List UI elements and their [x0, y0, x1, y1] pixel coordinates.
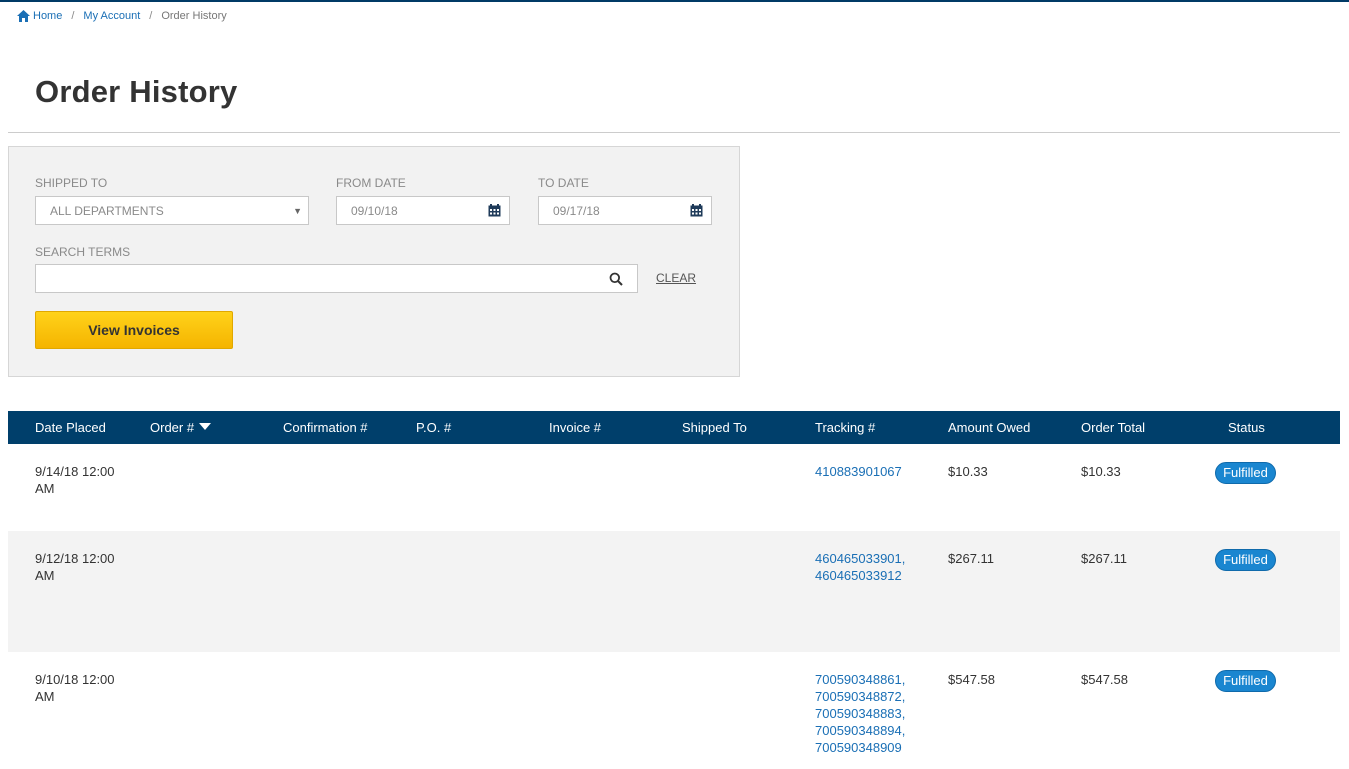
view-invoices-button[interactable]: View Invoices: [35, 311, 233, 349]
breadcrumb-separator: /: [149, 10, 153, 22]
tracking-link[interactable]: 700590348909: [815, 739, 905, 756]
date-placed-line: 9/14/18 12:00: [35, 464, 115, 479]
tracking-link[interactable]: 700590348861,: [815, 671, 905, 688]
filter-panel: SHIPPED TO ALL DEPARTMENTS ▼ FROM DATE 0…: [8, 146, 740, 377]
top-border: [0, 0, 1349, 2]
shipped-to-label: SHIPPED TO: [35, 176, 108, 190]
tracking-cell: 700590348861, 700590348872, 700590348883…: [815, 671, 905, 756]
order-total-cell: $547.58: [1081, 672, 1128, 687]
column-header-amount-owed[interactable]: Amount Owed: [948, 420, 1030, 435]
date-placed-cell: 9/10/18 12:00 AM: [35, 671, 115, 705]
breadcrumb-home-link[interactable]: Home: [33, 10, 62, 22]
date-placed-cell: 9/14/18 12:00 AM: [35, 463, 115, 497]
search-icon[interactable]: [609, 272, 623, 286]
to-date-value: 09/17/18: [553, 203, 600, 218]
title-divider: [8, 132, 1340, 133]
column-header-po[interactable]: P.O. #: [416, 420, 451, 435]
breadcrumb-current: Order History: [161, 10, 227, 22]
status-badge: Fulfilled: [1215, 549, 1276, 571]
search-terms-label: SEARCH TERMS: [35, 245, 131, 259]
to-date-label: TO DATE: [538, 176, 589, 190]
tracking-link[interactable]: 700590348883,: [815, 705, 905, 722]
sort-down-icon: [199, 423, 212, 430]
breadcrumb-my-account-link[interactable]: My Account: [83, 10, 140, 22]
column-header-order-total[interactable]: Order Total: [1081, 420, 1145, 435]
home-icon: [17, 10, 30, 22]
to-date-field[interactable]: 09/17/18: [538, 196, 712, 225]
date-placed-cell: 9/12/18 12:00 AM: [35, 550, 115, 584]
from-date-field[interactable]: 09/10/18: [336, 196, 510, 225]
tracking-link[interactable]: 460465033901,: [815, 550, 905, 567]
amount-owed-cell: $10.33: [948, 464, 988, 479]
calendar-icon[interactable]: [488, 204, 501, 217]
search-terms-input[interactable]: [35, 264, 638, 293]
column-header-order-label: Order #: [150, 420, 195, 435]
status-badge: Fulfilled: [1215, 462, 1276, 484]
breadcrumb-separator: /: [71, 10, 75, 22]
page-title: Order History: [35, 74, 238, 109]
column-header-shipped-to[interactable]: Shipped To: [682, 420, 747, 435]
shipped-to-value: ALL DEPARTMENTS: [50, 203, 164, 218]
column-header-status[interactable]: Status: [1228, 420, 1265, 435]
table-row: 9/10/18 12:00 AM 700590348861, 700590348…: [8, 652, 1340, 769]
clear-link[interactable]: CLEAR: [656, 271, 696, 285]
date-placed-line: AM: [35, 481, 55, 496]
tracking-link[interactable]: 700590348872,: [815, 688, 905, 705]
tracking-link[interactable]: 700590348894,: [815, 722, 905, 739]
table-row: 9/14/18 12:00 AM 410883901067 $10.33 $10…: [8, 444, 1340, 531]
date-placed-line: AM: [35, 689, 55, 704]
tracking-link[interactable]: 460465033912: [815, 567, 905, 584]
table-row: 9/12/18 12:00 AM 460465033901, 460465033…: [8, 531, 1340, 652]
column-header-tracking[interactable]: Tracking #: [815, 420, 875, 435]
column-header-order[interactable]: Order #: [150, 420, 212, 435]
table-header: Date Placed Order # Confirmation # P.O. …: [8, 411, 1340, 444]
status-badge: Fulfilled: [1215, 670, 1276, 692]
order-total-cell: $10.33: [1081, 464, 1121, 479]
column-header-date-placed[interactable]: Date Placed: [35, 420, 106, 435]
column-header-confirmation[interactable]: Confirmation #: [283, 420, 368, 435]
amount-owed-cell: $547.58: [948, 672, 995, 687]
order-total-cell: $267.11: [1081, 551, 1128, 566]
date-placed-line: AM: [35, 568, 55, 583]
breadcrumb: Home / My Account / Order History: [17, 10, 227, 22]
shipped-to-select[interactable]: ALL DEPARTMENTS ▼: [35, 196, 309, 225]
tracking-cell: 460465033901, 460465033912: [815, 550, 905, 584]
from-date-value: 09/10/18: [351, 203, 398, 218]
column-header-invoice[interactable]: Invoice #: [549, 420, 601, 435]
tracking-cell: 410883901067: [815, 463, 902, 480]
chevron-down-icon: ▼: [293, 205, 302, 216]
from-date-label: FROM DATE: [336, 176, 406, 190]
calendar-icon[interactable]: [690, 204, 703, 217]
date-placed-line: 9/12/18 12:00: [35, 551, 115, 566]
date-placed-line: 9/10/18 12:00: [35, 672, 115, 687]
amount-owed-cell: $267.11: [948, 551, 995, 566]
tracking-link[interactable]: 410883901067: [815, 463, 902, 480]
